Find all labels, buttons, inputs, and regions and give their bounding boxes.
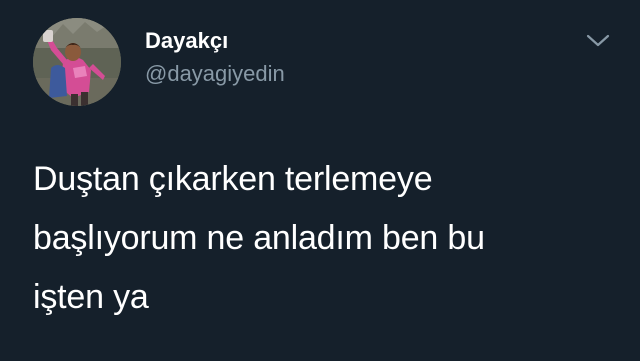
tweet-text-line: işten ya [33,278,149,316]
chevron-down-icon[interactable] [584,28,612,52]
author-handle[interactable]: @dayagiyedin [145,60,285,88]
avatar-image [33,18,121,106]
tweet-text: Duştan çıkarken terlemeye başlıyorum ne … [33,150,613,327]
author-display-name[interactable]: Dayakçı [145,27,228,55]
tweet-text-line: başlıyorum ne anladım ben bu [33,219,485,257]
tweet-card: Dayakçı @dayagiyedin Duştan çıkarken ter… [0,0,640,361]
tweet-text-line: Duştan çıkarken terlemeye [33,160,433,198]
author-avatar[interactable] [33,18,121,106]
